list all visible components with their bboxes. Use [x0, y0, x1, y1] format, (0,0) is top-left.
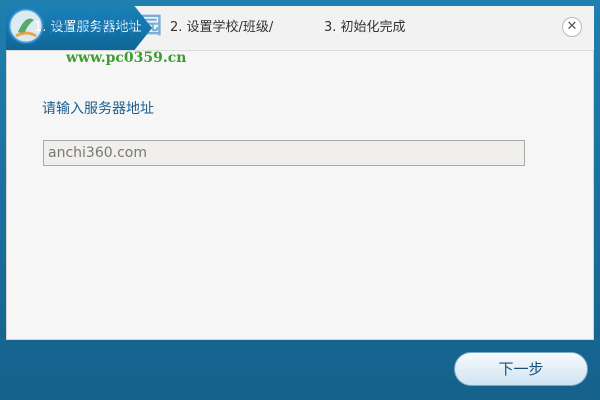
server-address-prompt: 请输入服务器地址 — [42, 101, 154, 117]
step-1-label: 1. 设置服务器地址 — [34, 20, 142, 35]
step-header: 3. 初始化完成 2. 设置学校/班级/ 1. 设置服务器地址 ✕ — [6, 6, 594, 51]
step-1-tab-active: 1. 设置服务器地址 — [6, 6, 152, 50]
next-step-button[interactable]: 下一步 — [454, 352, 588, 386]
next-step-label: 下一步 — [498, 360, 544, 378]
server-address-input[interactable] — [43, 140, 525, 166]
step-2-tab: 2. 设置学校/班级/ — [144, 6, 304, 50]
close-icon: ✕ — [566, 19, 578, 34]
step-2-label: 2. 设置学校/班级/ — [170, 20, 274, 35]
step-3-tab: 3. 初始化完成 — [298, 6, 468, 50]
close-button[interactable]: ✕ — [562, 17, 582, 37]
step-3-label: 3. 初始化完成 — [324, 20, 406, 35]
content-panel — [6, 6, 594, 340]
